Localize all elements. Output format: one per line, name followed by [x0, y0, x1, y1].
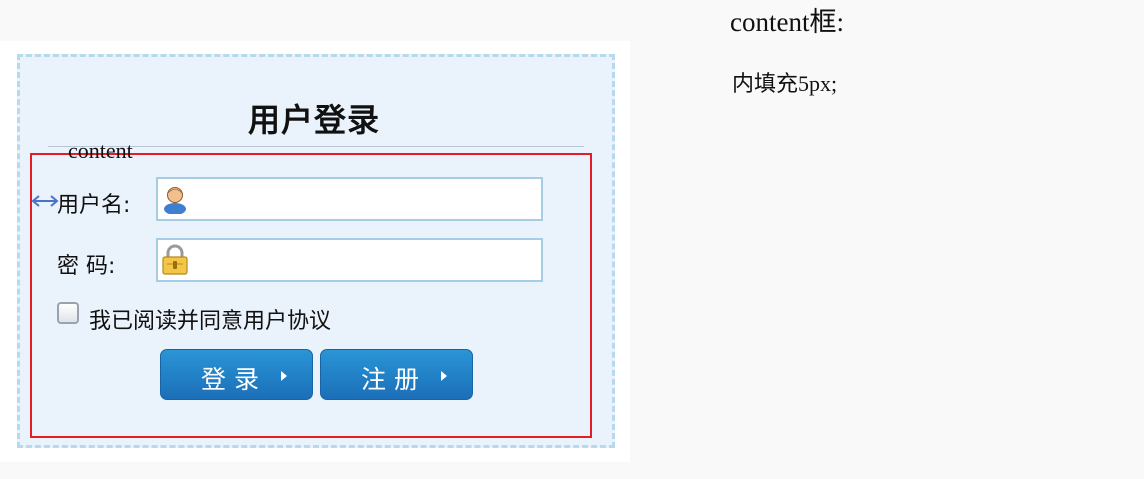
login-title: 用户登录 [248, 101, 381, 139]
register-button-label: 注册 [361, 365, 428, 394]
password-input[interactable] [156, 238, 543, 282]
username-label: 用户名: [57, 193, 131, 218]
username-input[interactable] [156, 177, 543, 221]
side-title: content框: [730, 7, 844, 37]
agree-checkbox[interactable] [57, 302, 79, 324]
side-note: 内填充5px; [732, 71, 838, 96]
register-button[interactable]: 注册 [320, 349, 473, 400]
login-button-label: 登录 [201, 365, 268, 394]
chevron-right-icon [441, 371, 447, 381]
password-label: 密 码: [57, 254, 116, 279]
agree-label: 我已阅读并同意用户协议 [89, 309, 332, 334]
lock-icon [162, 244, 188, 275]
chevron-right-icon [281, 371, 287, 381]
content-label: content [68, 138, 133, 163]
double-arrow-icon [31, 195, 59, 207]
login-button[interactable]: 登录 [160, 349, 313, 400]
user-icon [164, 187, 186, 214]
